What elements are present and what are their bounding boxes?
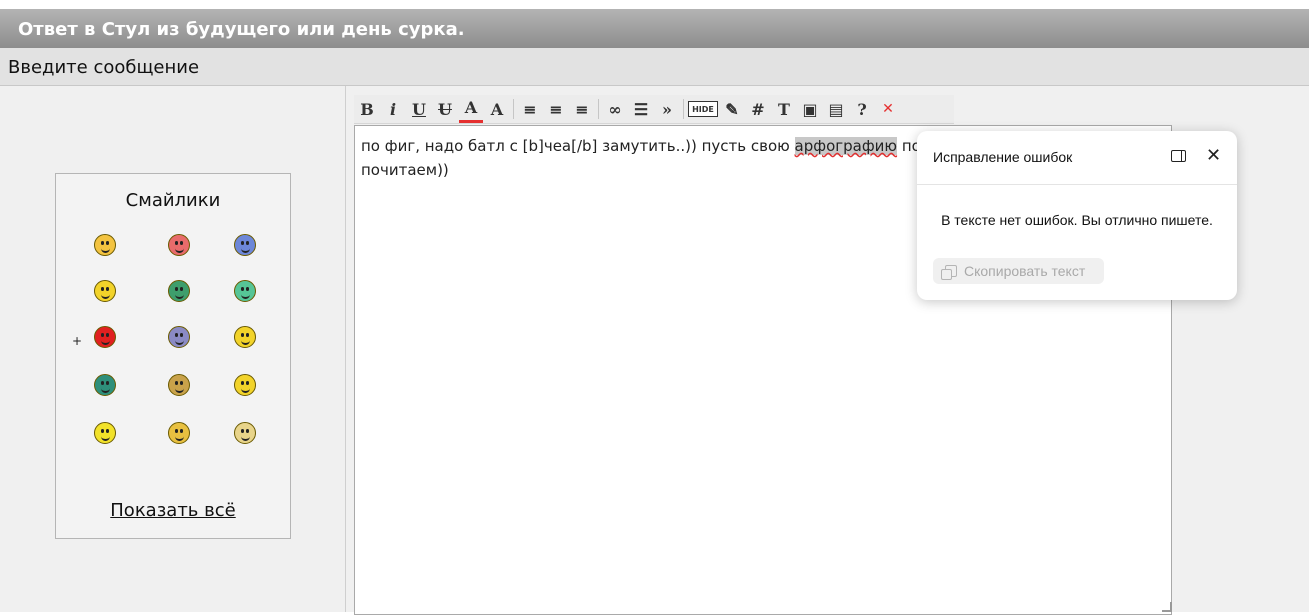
section-heading: Введите сообщение (0, 48, 1309, 86)
spellcheck-popup: Исправление ошибок ✕ В тексте нет ошибок… (917, 131, 1237, 300)
hide-button[interactable]: HIDE (688, 101, 718, 117)
toolbar-separator (683, 99, 684, 119)
code-button[interactable]: # (746, 97, 770, 121)
copy-text-button[interactable]: Скопировать текст (933, 258, 1104, 284)
strikethrough-button[interactable]: U (433, 97, 457, 121)
popup-message: В тексте нет ошибок. Вы отлично пишете. (941, 212, 1213, 228)
copy-icon (941, 265, 957, 280)
font-color-button[interactable]: A (459, 96, 483, 123)
in-love-smiley-icon[interactable] (168, 234, 190, 256)
thinking-smiley-icon[interactable] (94, 280, 116, 302)
star-smiley-icon[interactable] (234, 422, 256, 444)
video-button[interactable]: ▤ (824, 97, 848, 121)
italic-button[interactable]: i (381, 97, 405, 121)
misspelled-word[interactable]: арфографию (794, 137, 898, 155)
message-text-line2: почитаем)) (361, 161, 449, 179)
sidebar-panel-icon[interactable] (1171, 150, 1186, 162)
align-center-button[interactable]: ≡ (544, 97, 568, 121)
popup-header: Исправление ошибок ✕ (917, 131, 1237, 185)
underline-button[interactable]: U (407, 97, 431, 121)
smilies-title: Смайлики (125, 190, 221, 211)
list-button[interactable]: ☰ (629, 97, 653, 121)
smilies-panel: Смайлики + Показать всё (55, 173, 291, 539)
bold-button[interactable]: B (355, 97, 379, 121)
pacman-smiley-icon[interactable] (94, 374, 116, 396)
align-right-button[interactable]: ≡ (570, 97, 594, 121)
image-button[interactable]: ▣ (798, 97, 822, 121)
help-button[interactable]: ? (850, 97, 874, 121)
green-smiley-icon[interactable] (234, 280, 256, 302)
applause-smiley-icon[interactable] (168, 374, 190, 396)
victory-smiley-icon[interactable] (234, 326, 256, 348)
shooting-smiley-icon[interactable] (168, 280, 190, 302)
copy-text-label: Скопировать текст (964, 263, 1086, 279)
gun-smiley-icon[interactable] (94, 326, 116, 348)
resize-handle-icon[interactable] (1162, 602, 1172, 612)
text-button[interactable]: T (772, 97, 796, 121)
align-left-button[interactable]: ≡ (518, 97, 542, 121)
edit-button[interactable]: ✎ (720, 97, 744, 121)
popup-title: Исправление ошибок (933, 149, 1073, 165)
cheerleader-smiley-icon[interactable] (234, 374, 256, 396)
close-icon[interactable]: ✕ (1206, 145, 1221, 166)
page-title: Ответ в Стул из будущего или день сурка. (0, 9, 1309, 48)
cool-smiley-icon[interactable] (94, 234, 116, 256)
toolbar-separator (513, 99, 514, 119)
dancing-smiley-icon[interactable] (168, 326, 190, 348)
show-all-link[interactable]: Показать всё (56, 500, 290, 521)
editor-toolbar: Bi U U A A ≡ ≡ ≡ ∞ ☰» HIDE ✎ # T ▣ ▤? ✕ (354, 95, 954, 124)
bomb-smiley-icon[interactable] (94, 422, 116, 444)
plus-sign: + (72, 334, 83, 348)
font-size-button[interactable]: A (485, 97, 509, 121)
toolbar-separator (598, 99, 599, 119)
crying-smiley-icon[interactable] (234, 234, 256, 256)
quote-button[interactable]: » (655, 97, 679, 121)
laughing-smiley-icon[interactable] (168, 422, 190, 444)
clear-button[interactable]: ✕ (876, 97, 900, 121)
link-button[interactable]: ∞ (603, 97, 627, 121)
message-text: по фиг, надо батл с [b]чеа[/b] замутить.… (361, 137, 795, 155)
